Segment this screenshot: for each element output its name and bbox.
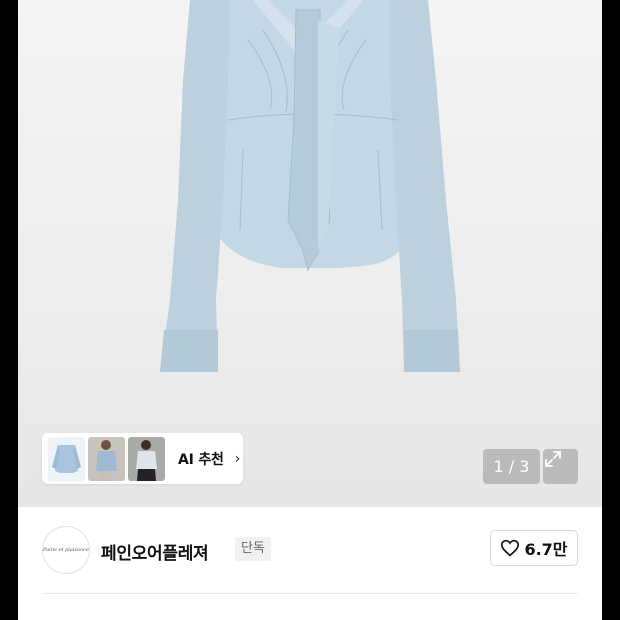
ai-recommend-chip[interactable]: AI 추천 › xyxy=(42,433,243,484)
brand-name[interactable]: 페인오어플레져 xyxy=(101,539,209,564)
expand-icon xyxy=(545,451,561,467)
heart-icon xyxy=(501,539,520,557)
exclusive-badge: 단독 xyxy=(235,537,271,561)
brand-logo[interactable]: Paine et plaisance xyxy=(42,526,90,574)
recommend-thumbnail-3[interactable] xyxy=(128,436,165,481)
recommend-thumbnail-1[interactable] xyxy=(48,436,85,481)
like-button[interactable]: 6.7만 xyxy=(490,530,578,566)
image-pager: 1 / 3 xyxy=(483,449,540,484)
product-image[interactable]: AI 추천 › 1 / 3 xyxy=(18,0,602,507)
recommend-thumbnail-2[interactable] xyxy=(88,436,125,481)
chevron-right-icon: › xyxy=(234,450,241,467)
brand-row: Paine et plaisance 페인오어플레져 단독 6.7만 xyxy=(18,507,602,620)
shirt-photo xyxy=(160,0,460,372)
divider xyxy=(42,593,578,594)
ai-recommend-label: AI 추천 xyxy=(178,451,224,468)
product-page: AI 추천 › 1 / 3 Paine et plaisance 페인오어플레져… xyxy=(18,0,602,620)
expand-button[interactable] xyxy=(543,449,578,484)
like-count: 6.7만 xyxy=(524,540,568,559)
